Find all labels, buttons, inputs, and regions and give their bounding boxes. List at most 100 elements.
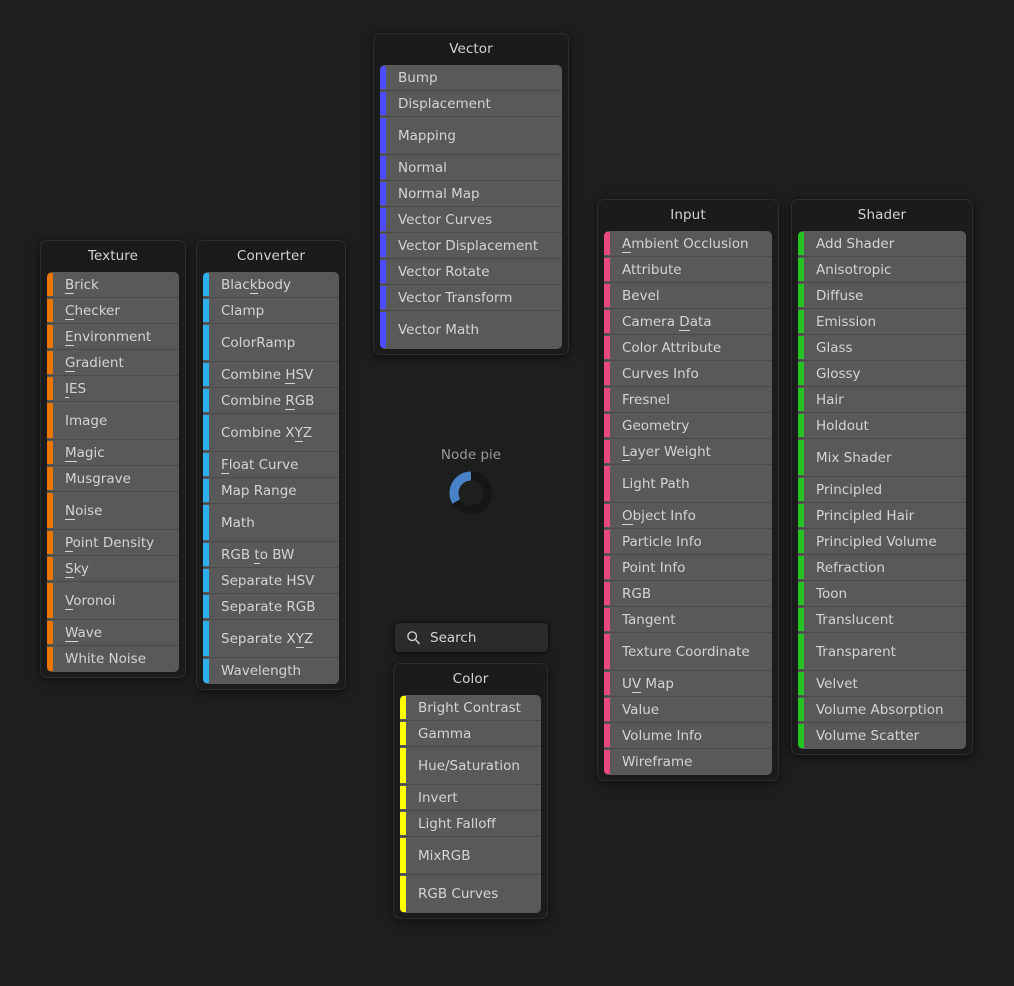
menu-item-particle-info[interactable]: Particle Info xyxy=(604,529,772,555)
menu-item-light-falloff[interactable]: Light Falloff xyxy=(400,811,541,837)
menu-item-camera-data[interactable]: Camera Data xyxy=(604,309,772,335)
menu-item-principled-hair[interactable]: Principled Hair xyxy=(798,503,966,529)
menu-item-transparent[interactable]: Transparent xyxy=(798,633,966,671)
category-color-bar xyxy=(203,415,209,450)
menu-item-wireframe[interactable]: Wireframe xyxy=(604,749,772,775)
menu-item-blackbody[interactable]: Blackbody xyxy=(203,272,339,298)
menu-item-vector-math[interactable]: Vector Math xyxy=(380,311,562,349)
menu-item-sky[interactable]: Sky xyxy=(47,556,179,582)
menu-item-label: Combine RGB xyxy=(221,392,315,410)
menu-item-math[interactable]: Math xyxy=(203,504,339,542)
menu-item-vector-transform[interactable]: Vector Transform xyxy=(380,285,562,311)
menu-item-map-range[interactable]: Map Range xyxy=(203,478,339,504)
menu-item-principled-volume[interactable]: Principled Volume xyxy=(798,529,966,555)
menu-item-mixrgb[interactable]: MixRGB xyxy=(400,837,541,875)
menu-item-label: RGB xyxy=(622,585,652,602)
menu-item-bright-contrast[interactable]: Bright Contrast xyxy=(400,695,541,721)
menu-item-combine-rgb[interactable]: Combine RGB xyxy=(203,388,339,414)
menu-item-object-info[interactable]: Object Info xyxy=(604,503,772,529)
menu-item-mapping[interactable]: Mapping xyxy=(380,117,562,155)
menu-item-wavelength[interactable]: Wavelength xyxy=(203,658,339,684)
menu-item-combine-hsv[interactable]: Combine HSV xyxy=(203,362,339,388)
category-color-bar xyxy=(798,336,804,359)
menu-item-rgb-to-bw[interactable]: RGB to BW xyxy=(203,542,339,568)
menu-item-vector-displacement[interactable]: Vector Displacement xyxy=(380,233,562,259)
menu-item-value[interactable]: Value xyxy=(604,697,772,723)
menu-item-gradient[interactable]: Gradient xyxy=(47,350,179,376)
menu-item-color-attribute[interactable]: Color Attribute xyxy=(604,335,772,361)
menu-item-refraction[interactable]: Refraction xyxy=(798,555,966,581)
menu-item-noise[interactable]: Noise xyxy=(47,492,179,530)
category-color-bar xyxy=(798,414,804,437)
menu-item-glossy[interactable]: Glossy xyxy=(798,361,966,387)
menu-item-anisotropic[interactable]: Anisotropic xyxy=(798,257,966,283)
menu-item-geometry[interactable]: Geometry xyxy=(604,413,772,439)
category-color-bar xyxy=(380,118,386,153)
menu-item-displacement[interactable]: Displacement xyxy=(380,91,562,117)
menu-item-invert[interactable]: Invert xyxy=(400,785,541,811)
menu-item-diffuse[interactable]: Diffuse xyxy=(798,283,966,309)
menu-item-holdout[interactable]: Holdout xyxy=(798,413,966,439)
menu-item-environment[interactable]: Environment xyxy=(47,324,179,350)
menu-item-ies[interactable]: IES xyxy=(47,376,179,402)
menu-item-image[interactable]: Image xyxy=(47,402,179,440)
menu-item-hue-saturation[interactable]: Hue/Saturation xyxy=(400,747,541,785)
menu-item-vector-curves[interactable]: Vector Curves xyxy=(380,207,562,233)
menu-item-point-info[interactable]: Point Info xyxy=(604,555,772,581)
menu-item-label: Volume Absorption xyxy=(816,701,944,718)
menu-item-wave[interactable]: Wave xyxy=(47,620,179,646)
menu-item-volume-scatter[interactable]: Volume Scatter xyxy=(798,723,966,749)
menu-item-tangent[interactable]: Tangent xyxy=(604,607,772,633)
spinner-arc-icon xyxy=(449,471,493,515)
menu-item-toon[interactable]: Toon xyxy=(798,581,966,607)
category-color-bar xyxy=(203,595,209,618)
menu-item-curves-info[interactable]: Curves Info xyxy=(604,361,772,387)
menu-item-voronoi[interactable]: Voronoi xyxy=(47,582,179,620)
menu-item-separate-hsv[interactable]: Separate HSV xyxy=(203,568,339,594)
menu-item-musgrave[interactable]: Musgrave xyxy=(47,466,179,492)
menu-item-uv-map[interactable]: UV Map xyxy=(604,671,772,697)
menu-item-gamma[interactable]: Gamma xyxy=(400,721,541,747)
category-color-bar xyxy=(47,467,53,490)
menu-item-translucent[interactable]: Translucent xyxy=(798,607,966,633)
menu-item-ambient-occlusion[interactable]: Ambient Occlusion xyxy=(604,231,772,257)
menu-item-vector-rotate[interactable]: Vector Rotate xyxy=(380,259,562,285)
menu-item-rgb-curves[interactable]: RGB Curves xyxy=(400,875,541,913)
menu-item-volume-absorption[interactable]: Volume Absorption xyxy=(798,697,966,723)
menu-item-light-path[interactable]: Light Path xyxy=(604,465,772,503)
category-color-bar xyxy=(604,556,610,579)
category-color-bar xyxy=(798,284,804,307)
search-icon xyxy=(406,630,421,645)
menu-item-label: Point Density xyxy=(65,534,155,552)
menu-item-fresnel[interactable]: Fresnel xyxy=(604,387,772,413)
menu-item-velvet[interactable]: Velvet xyxy=(798,671,966,697)
menu-item-bevel[interactable]: Bevel xyxy=(604,283,772,309)
menu-item-normal[interactable]: Normal xyxy=(380,155,562,181)
category-color-bar xyxy=(47,557,53,580)
menu-item-glass[interactable]: Glass xyxy=(798,335,966,361)
menu-item-clamp[interactable]: Clamp xyxy=(203,298,339,324)
menu-item-principled[interactable]: Principled xyxy=(798,477,966,503)
menu-item-texture-coordinate[interactable]: Texture Coordinate xyxy=(604,633,772,671)
menu-item-normal-map[interactable]: Normal Map xyxy=(380,181,562,207)
category-color-bar xyxy=(400,838,406,873)
category-color-bar xyxy=(47,583,53,618)
menu-item-add-shader[interactable]: Add Shader xyxy=(798,231,966,257)
menu-item-emission[interactable]: Emission xyxy=(798,309,966,335)
menu-item-label: Gradient xyxy=(65,354,124,372)
menu-item-checker[interactable]: Checker xyxy=(47,298,179,324)
menu-item-point-density[interactable]: Point Density xyxy=(47,530,179,556)
menu-item-brick[interactable]: Brick xyxy=(47,272,179,298)
menu-item-separate-xyz[interactable]: Separate XYZ xyxy=(203,620,339,658)
menu-item-volume-info[interactable]: Volume Info xyxy=(604,723,772,749)
panel-items-input: Ambient Occlusion Attribute Bevel Camera Da… xyxy=(604,231,772,775)
menu-item-colorramp[interactable]: ColorRamp xyxy=(203,324,339,362)
menu-item-attribute[interactable]: Attribute xyxy=(604,257,772,283)
menu-item-rgb[interactable]: RGB xyxy=(604,581,772,607)
menu-item-label: Diffuse xyxy=(816,287,864,304)
search-input[interactable]: Search xyxy=(394,622,549,653)
menu-item-white-noise[interactable]: White Noise xyxy=(47,646,179,672)
menu-item-hair[interactable]: Hair xyxy=(798,387,966,413)
menu-item-separate-rgb[interactable]: Separate RGB xyxy=(203,594,339,620)
menu-item-bump[interactable]: Bump xyxy=(380,65,562,91)
